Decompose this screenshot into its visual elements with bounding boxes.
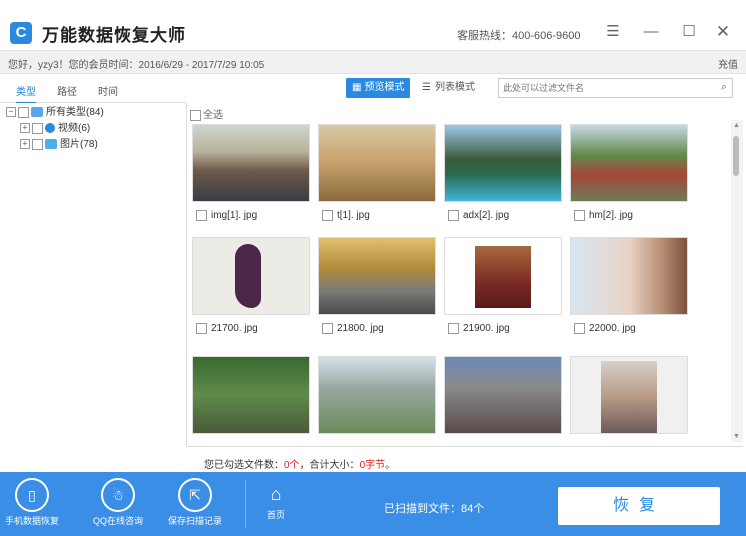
member-greeting: 您好，yzy3！您的会员时间：2016/6/29 - 2017/7/29 10:… (8, 60, 265, 71)
qq-icon: ☃ (101, 478, 135, 512)
home-label: 首页 (266, 510, 285, 520)
hotline-text: 客服热线：400-606-9600 (457, 30, 581, 42)
title-bar: C 万能数据恢复大师 客服热线：400-606-9600 ☰ — ☐ ✕ (0, 0, 746, 50)
photo-thumbnail[interactable] (570, 124, 688, 202)
file-name: t[1]. jpg (337, 210, 370, 222)
grid-icon: ▦ (352, 82, 362, 93)
image-icon (45, 139, 57, 150)
photo-thumbnail[interactable] (318, 124, 436, 202)
collapse-icon[interactable]: − (6, 107, 16, 118)
checkbox[interactable] (18, 106, 29, 118)
scanned-count: 已扫描到文件：84个 (384, 503, 485, 515)
photo-inset (601, 361, 657, 433)
photo-thumbnail[interactable] (192, 237, 310, 315)
photo-thumbnail[interactable] (318, 356, 436, 434)
app-logo-icon: C (10, 22, 32, 44)
recharge-link[interactable]: 充值 (718, 56, 738, 71)
thumbnail-grid: img[1]. jpg t[1]. jpg adx[2]. jpg hm[2].… (186, 120, 730, 442)
phone-recovery-label: 手机数据恢复 (4, 516, 59, 526)
file-name: 21900. jpg (463, 323, 510, 335)
file-name: 22000. jpg (589, 323, 636, 335)
info-bar: 您好，yzy3！您的会员时间：2016/6/29 - 2017/7/29 10:… (0, 50, 746, 74)
selection-summary: 您已勾选文件数：0个，合计大小：0字节。 (204, 456, 395, 471)
tab-path[interactable]: 路径 (57, 83, 77, 98)
checkbox[interactable] (32, 138, 43, 150)
tree-item-label: 所有类型(84) (46, 107, 104, 118)
scroll-up-icon[interactable]: ▲ (733, 122, 740, 129)
preview-mode-label: 预览模式 (364, 82, 405, 93)
item-checkbox[interactable] (322, 210, 333, 221)
computer-icon (31, 107, 43, 118)
checkbox[interactable] (32, 122, 43, 134)
selected-count: 0个 (284, 460, 300, 471)
scrollbar-thumb[interactable] (733, 136, 739, 176)
video-icon (45, 123, 55, 134)
list-mode-label: 列表模式 (434, 82, 475, 93)
photo-thumbnail[interactable] (192, 356, 310, 434)
home-icon: ⌂ (270, 484, 282, 504)
phone-recovery-button[interactable]: ▯ 手机数据恢复 (2, 478, 62, 527)
tree-item-all-types[interactable]: − 所有类型(84) (6, 105, 104, 121)
tree-item-video[interactable]: + 视频(6) (20, 121, 90, 137)
mustache-shape (235, 244, 261, 308)
status-mid: ，合计大小： (299, 460, 360, 471)
type-tree: − 所有类型(84) + 视频(6) + 图片(78) (0, 103, 187, 470)
qq-consult-button[interactable]: ☃ QQ在线咨询 (88, 478, 148, 527)
select-all[interactable]: 全选 (190, 106, 223, 121)
photo-thumbnail[interactable] (444, 124, 562, 202)
file-name: 21800. jpg (337, 323, 384, 335)
selected-size: 0字节 (359, 460, 386, 471)
save-scan-record-button[interactable]: ⇱ 保存扫描记录 (165, 478, 225, 527)
menu-icon[interactable]: ☰ (602, 22, 624, 42)
home-button[interactable]: ⌂ 首页 (246, 482, 306, 521)
file-name: img[1]. jpg (211, 210, 258, 222)
item-checkbox[interactable] (448, 210, 459, 221)
preview-mode-button[interactable]: ▦ 预览模式 (346, 78, 410, 98)
item-checkbox[interactable] (448, 323, 459, 334)
status-prefix: 您已勾选文件数： (204, 460, 284, 471)
item-checkbox[interactable] (196, 210, 207, 221)
expand-icon[interactable]: + (20, 123, 30, 134)
tab-type[interactable]: 类型 (16, 83, 36, 104)
phone-icon: ▯ (15, 478, 49, 512)
photo-thumbnail[interactable] (570, 356, 688, 434)
filter-tabs: 类型 路径 时间 (0, 74, 186, 104)
tree-item-label: 图片(78) (60, 139, 98, 150)
search-input[interactable] (503, 81, 703, 95)
photo-thumbnail[interactable] (444, 237, 562, 315)
close-icon[interactable]: ✕ (712, 22, 734, 42)
photo-inset (475, 246, 531, 308)
scroll-down-icon[interactable]: ▼ (733, 433, 740, 440)
list-icon: ☰ (422, 82, 431, 93)
tree-item-images[interactable]: + 图片(78) (20, 137, 98, 153)
search-box: ⌕ (498, 78, 733, 98)
photo-thumbnail[interactable] (444, 356, 562, 434)
minimize-icon[interactable]: — (640, 22, 662, 42)
maximize-icon[interactable]: ☐ (678, 22, 700, 42)
export-icon: ⇱ (178, 478, 212, 512)
qq-consult-label: QQ在线咨询 (92, 516, 143, 526)
photo-thumbnail[interactable] (192, 124, 310, 202)
expand-icon[interactable]: + (20, 139, 30, 150)
tree-item-label: 视频(6) (58, 123, 91, 134)
app-title: 万能数据恢复大师 (42, 26, 186, 45)
recover-button[interactable]: 恢复 (558, 487, 720, 525)
item-checkbox[interactable] (322, 323, 333, 334)
search-icon[interactable]: ⌕ (721, 81, 727, 94)
item-checkbox[interactable] (196, 323, 207, 334)
list-mode-button[interactable]: ☰ 列表模式 (422, 78, 488, 98)
save-scan-record-label: 保存扫描记录 (167, 516, 222, 526)
photo-thumbnail[interactable] (570, 237, 688, 315)
item-checkbox[interactable] (574, 323, 585, 334)
selection-status-bar: 您已勾选文件数：0个，合计大小：0字节。 (186, 446, 743, 473)
file-name: hm[2]. jpg (589, 210, 633, 222)
status-suffix: 。 (385, 460, 396, 471)
photo-thumbnail[interactable] (318, 237, 436, 315)
file-name: 21700. jpg (211, 323, 258, 335)
file-name: adx[2]. jpg (463, 210, 510, 222)
tab-time[interactable]: 时间 (98, 83, 118, 98)
item-checkbox[interactable] (574, 210, 585, 221)
